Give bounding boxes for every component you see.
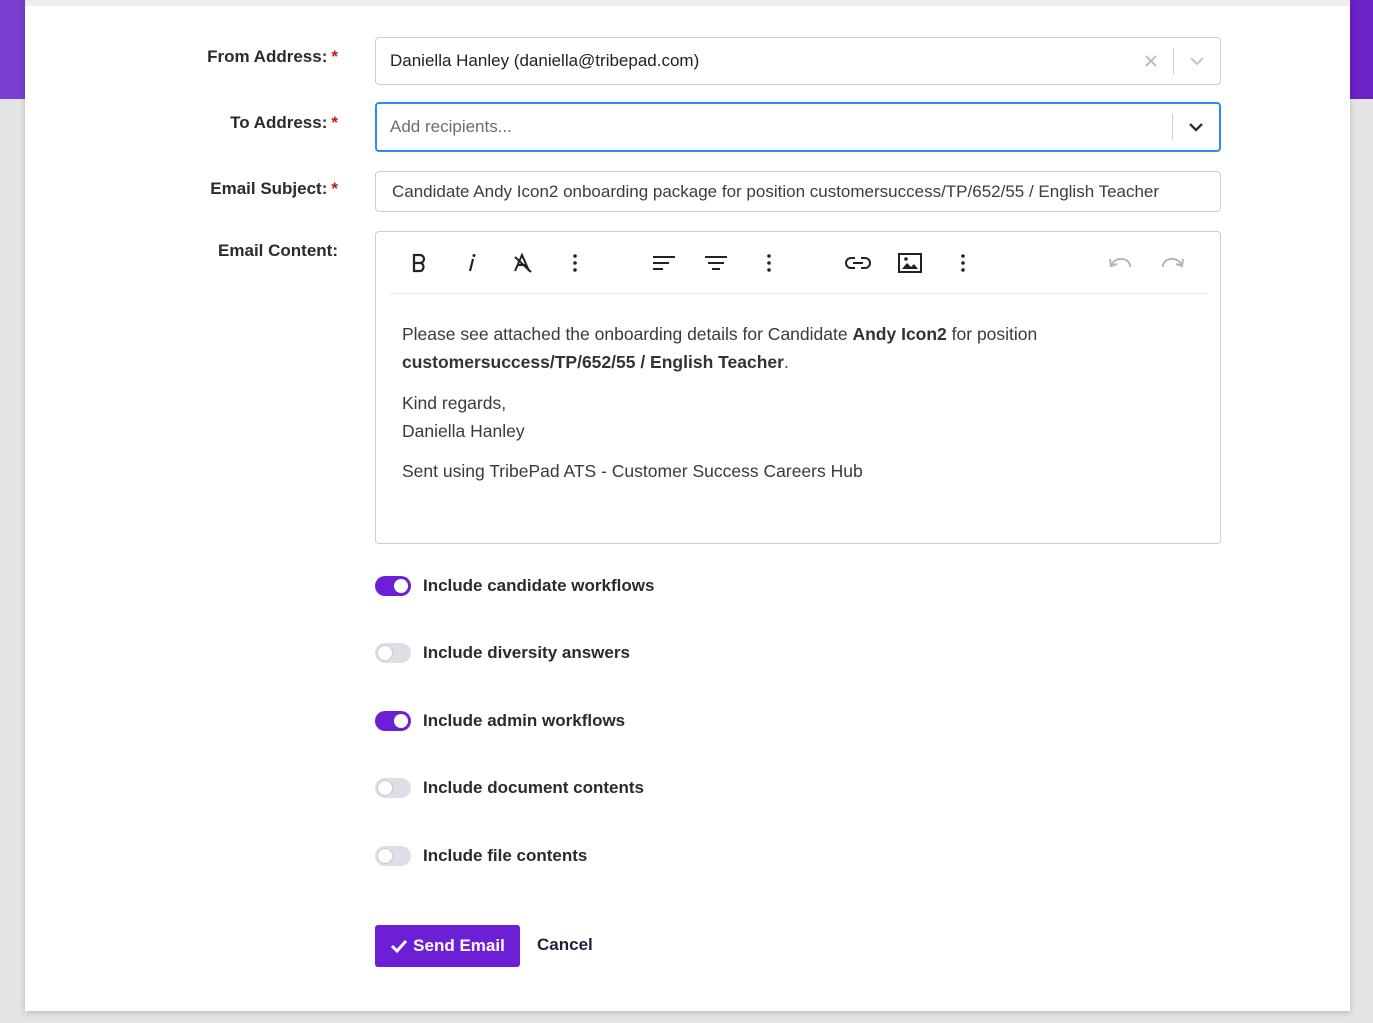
align-left-button[interactable] [649,248,679,278]
chevron-down-icon [1189,123,1203,132]
email-content-label-text: Email Content: [218,241,338,260]
option-label: Include admin workflows [423,711,626,730]
option-row: Include admin workflows [375,709,625,733]
from-address-select[interactable]: Daniella Hanley (daniella@tribepad.com) [375,37,1221,85]
sent-using-text: Sent using TribePad ATS - Customer Succe… [402,461,863,481]
close-icon [1145,55,1157,67]
option-toggle[interactable] [375,711,411,731]
option-row: Include candidate workflows [375,574,654,598]
italic-icon [468,254,476,272]
panel-top-edge [25,0,1350,6]
message-text: . [783,352,789,372]
more-icon [573,254,577,272]
editor-content[interactable]: Please see attached the onboarding detai… [402,320,1200,485]
more-icon [961,254,965,272]
undo-button[interactable] [1105,248,1135,278]
option-row: Include document contents [375,776,644,800]
email-content-label: Email Content: [38,241,338,261]
toggle-knob [394,714,408,728]
candidate-name: Andy Icon2 [852,324,947,344]
checkmark-icon [391,939,408,953]
chevron-down-icon [1190,57,1204,66]
option-toggle[interactable] [375,846,411,866]
send-email-label: Send Email [413,936,505,955]
more-insert-button[interactable] [948,248,978,278]
header-band-left [0,0,25,99]
align-center-button[interactable] [701,248,731,278]
toggle-knob [377,645,393,661]
option-row: Include diversity answers [375,641,630,665]
undo-icon [1109,257,1132,268]
header-band-right [1350,0,1373,99]
email-subject-label-text: Email Subject: [210,179,328,198]
required-marker: * [331,47,338,66]
align-left-icon [653,256,675,270]
more-formatting-button[interactable] [560,248,590,278]
clear-format-icon [514,253,532,273]
option-row: Include file contents [375,844,587,868]
to-address-select[interactable]: Add recipients... [375,102,1221,152]
option-label: Include candidate workflows [423,576,655,595]
clear-selection-button[interactable] [1129,38,1173,84]
cancel-button[interactable]: Cancel [537,935,593,955]
option-toggle[interactable] [375,643,411,663]
from-address-value: Daniella Hanley (daniella@tribepad.com) [390,51,700,70]
position-reference: customersuccess/TP/652/55 / English Teac… [402,352,784,372]
to-address-label: To Address: * [38,113,338,133]
signature-text: Daniella Hanley [402,421,525,441]
insert-image-button[interactable] [895,248,925,278]
message-text: Please see attached the onboarding detai… [402,324,853,344]
link-icon [845,257,871,269]
toggle-knob [377,848,393,864]
required-marker: * [331,113,338,132]
image-icon [898,253,922,273]
email-subject-value: Candidate Andy Icon2 onboarding package … [392,181,1160,201]
message-text: for position [946,324,1038,344]
regards-text: Kind regards, [402,393,507,413]
email-content-editor[interactable]: Please see attached the onboarding detai… [375,231,1221,544]
required-marker: * [331,179,338,198]
bold-button[interactable] [404,248,434,278]
send-email-button[interactable]: Send Email [375,925,520,967]
signoff-paragraph: Kind regards, Daniella Hanley [402,389,1200,445]
from-dropdown-toggle[interactable] [1174,38,1220,84]
more-icon [767,254,771,272]
redo-icon [1161,257,1184,268]
option-label: Include file contents [423,846,588,865]
option-label: Include diversity answers [423,643,630,662]
toggle-knob [377,780,393,796]
from-address-label: From Address: * [38,47,338,67]
clear-format-button[interactable] [508,248,538,278]
italic-button[interactable] [456,248,486,278]
redo-button[interactable] [1158,248,1188,278]
editor-toolbar [390,232,1208,294]
to-dropdown-toggle[interactable] [1173,104,1219,150]
option-toggle[interactable] [375,778,411,798]
option-label: Include document contents [423,778,645,797]
option-toggle[interactable] [375,576,411,596]
align-center-icon [705,256,727,270]
email-subject-label: Email Subject: * [38,179,338,199]
email-subject-input[interactable]: Candidate Andy Icon2 onboarding package … [375,171,1221,212]
message-paragraph: Please see attached the onboarding detai… [402,320,1200,376]
from-address-label-text: From Address: [207,47,328,66]
to-address-label-text: To Address: [230,113,328,132]
more-alignment-button[interactable] [754,248,784,278]
insert-link-button[interactable] [843,248,873,278]
toggle-knob [394,579,408,593]
to-address-placeholder[interactable]: Add recipients... [377,117,1172,137]
bold-icon [412,253,426,273]
